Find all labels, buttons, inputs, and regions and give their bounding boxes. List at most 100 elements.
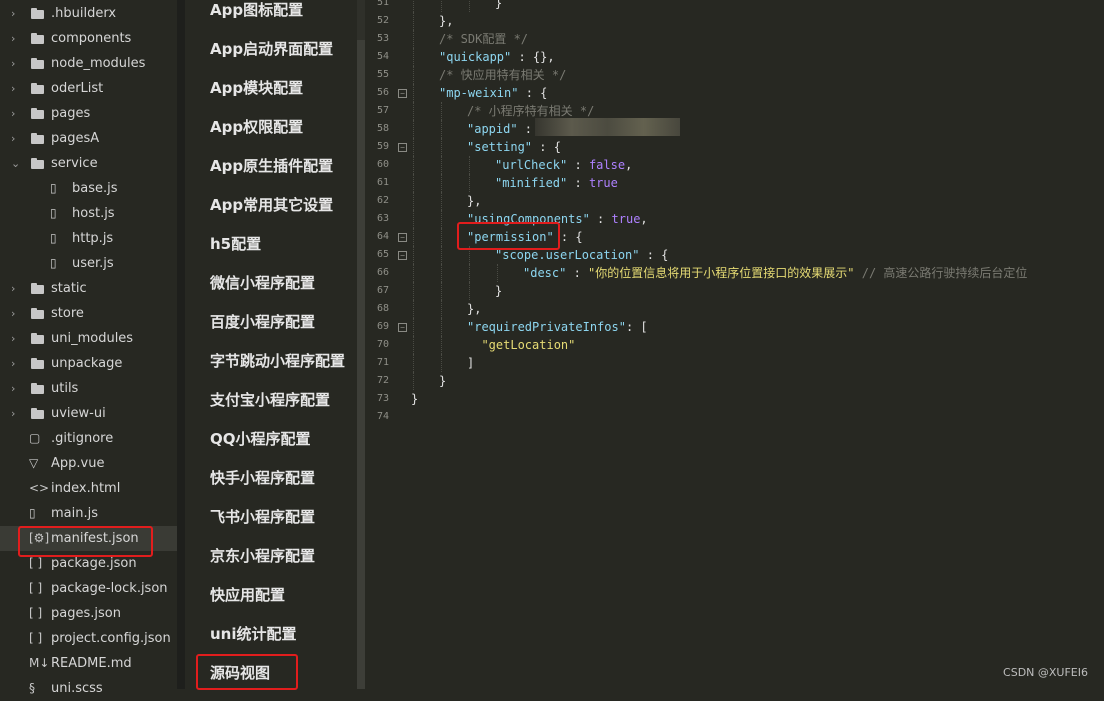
tree-folder-pages[interactable]: › pages (0, 101, 177, 126)
indent-guide (413, 228, 414, 246)
config-nav-scrollbar[interactable] (357, 0, 365, 689)
code-line[interactable]: /* 小程序特有相关 */ (467, 102, 594, 120)
tree-folder-pagesa[interactable]: › pagesA (0, 126, 177, 151)
fold-toggle-icon[interactable]: − (398, 251, 407, 260)
config-item[interactable]: uni统计配置 (210, 615, 297, 654)
config-item[interactable]: App原生插件配置 (210, 147, 333, 186)
scrollbar-thumb[interactable] (357, 40, 365, 689)
code-line[interactable]: "quickapp" : {}, (439, 48, 555, 66)
code-line[interactable]: }, (439, 12, 453, 30)
tree-folder-unpackage[interactable]: › unpackage (0, 351, 177, 376)
tree-folder-service[interactable]: ⌄ service (0, 151, 177, 176)
chevron-right-icon[interactable]: › (11, 401, 23, 426)
tree-folder-components[interactable]: › components (0, 26, 177, 51)
tree-file-base-js[interactable]: ▯ base.js (0, 176, 177, 201)
config-item[interactable]: App常用其它设置 (210, 186, 333, 225)
code-line[interactable]: } (439, 372, 446, 390)
folder-icon (31, 58, 44, 69)
chevron-right-icon[interactable]: › (11, 326, 23, 351)
tree-file-package-lock-json[interactable]: [ ] package-lock.json (0, 576, 177, 601)
tree-folder-utils[interactable]: › utils (0, 376, 177, 401)
watermark: CSDN @XUFEI6 (1003, 666, 1088, 679)
tree-file-main-js[interactable]: ▯ main.js (0, 501, 177, 526)
pane-divider[interactable] (177, 0, 185, 689)
indent-guide (497, 264, 498, 282)
tree-file-project-config-json[interactable]: [ ] project.config.json (0, 626, 177, 651)
chevron-right-icon[interactable]: › (11, 301, 23, 326)
tree-file-http-js[interactable]: ▯ http.js (0, 226, 177, 251)
code-line[interactable]: }, (467, 300, 481, 318)
code-line[interactable]: } (495, 282, 502, 300)
code-line[interactable]: ] (467, 354, 474, 372)
tree-file-app-vue[interactable]: ▽ App.vue (0, 451, 177, 476)
config-item[interactable]: 百度小程序配置 (210, 303, 315, 342)
code-line[interactable]: "getLocation" (467, 336, 575, 354)
tree-item-label: pages.json (51, 606, 121, 621)
code-token: : (566, 266, 589, 280)
chevron-right-icon[interactable]: › (11, 1, 23, 26)
tree-item-label: main.js (51, 506, 98, 521)
tree-folder-uview-ui[interactable]: › uview-ui (0, 401, 177, 426)
code-line[interactable]: }, (467, 192, 481, 210)
code-editor[interactable]: 51} 52}, 53 /* SDK配置 */ 54 "quickapp" : {}, 55… (365, 0, 1104, 689)
tree-file-index-html[interactable]: <> index.html (0, 476, 177, 501)
indent-guide (413, 66, 414, 84)
tree-folder-store[interactable]: › store (0, 301, 177, 326)
chevron-right-icon[interactable]: › (11, 51, 23, 76)
chevron-right-icon[interactable]: › (11, 26, 23, 51)
tree-folder-oderlist[interactable]: › oderList (0, 76, 177, 101)
chevron-right-icon[interactable]: › (11, 76, 23, 101)
config-item[interactable]: 飞书小程序配置 (210, 498, 315, 537)
chevron-right-icon[interactable]: › (11, 126, 23, 151)
config-item[interactable]: 快应用配置 (210, 576, 285, 615)
tree-folder-node-modules[interactable]: › node_modules (0, 51, 177, 76)
fold-toggle-icon[interactable]: − (398, 89, 407, 98)
tree-item-label: .hbuilderx (51, 6, 117, 21)
code-token: : (517, 122, 533, 136)
indent-guide (413, 30, 414, 48)
config-item[interactable]: QQ小程序配置 (210, 420, 311, 459)
chevron-down-icon[interactable]: ⌄ (11, 151, 23, 176)
code-line[interactable]: "minified" : true (495, 174, 618, 192)
code-token: }, (467, 302, 482, 316)
tree-file-user-js[interactable]: ▯ user.js (0, 251, 177, 276)
tree-folder-hbuilderx[interactable]: › .hbuilderx (0, 1, 177, 26)
chevron-right-icon[interactable]: › (11, 276, 23, 301)
config-item[interactable]: App启动界面配置 (210, 30, 333, 69)
config-item[interactable]: App模块配置 (210, 69, 303, 108)
config-item[interactable]: 字节跳动小程序配置 (210, 342, 345, 381)
code-line[interactable]: "appid" : (467, 120, 532, 138)
tree-file-readme-md[interactable]: M↓ README.md (0, 651, 177, 676)
config-item[interactable]: 支付宝小程序配置 (210, 381, 330, 420)
line-number: 54 (376, 51, 389, 62)
tree-item-label: base.js (72, 181, 118, 196)
code-line[interactable]: "urlCheck" : false, (495, 156, 632, 174)
chevron-right-icon[interactable]: › (11, 376, 23, 401)
code-line[interactable]: "requiredPrivateInfos": [ (467, 318, 648, 336)
config-item[interactable]: App图标配置 (210, 0, 303, 30)
tree-folder-uni-modules[interactable]: › uni_modules (0, 326, 177, 351)
code-line[interactable]: "setting" : { (467, 138, 561, 156)
code-line[interactable]: "desc" : "你的位置信息将用于小程序位置接口的效果展示" // 高速公路… (523, 264, 1027, 282)
code-line[interactable]: /* SDK配置 */ (439, 30, 528, 48)
fold-toggle-icon[interactable]: − (398, 233, 407, 242)
code-line[interactable]: /* 快应用特有相关 */ (439, 66, 566, 84)
code-line[interactable]: "mp-weixin" : { (439, 84, 547, 102)
config-item[interactable]: 微信小程序配置 (210, 264, 315, 303)
code-line[interactable]: } (411, 390, 418, 408)
chevron-right-icon[interactable]: › (11, 351, 23, 376)
indent-guide (441, 0, 442, 12)
tree-file-gitignore[interactable]: ▢ .gitignore (0, 426, 177, 451)
tree-file-pages-json[interactable]: [ ] pages.json (0, 601, 177, 626)
config-item[interactable]: App权限配置 (210, 108, 303, 147)
line-number: 68 (376, 303, 389, 314)
chevron-right-icon[interactable]: › (11, 101, 23, 126)
code-line[interactable]: } (495, 0, 502, 12)
tree-folder-static[interactable]: › static (0, 276, 177, 301)
fold-toggle-icon[interactable]: − (398, 143, 407, 152)
config-item[interactable]: 京东小程序配置 (210, 537, 315, 576)
config-item[interactable]: h5配置 (210, 225, 261, 264)
fold-toggle-icon[interactable]: − (398, 323, 407, 332)
tree-file-host-js[interactable]: ▯ host.js (0, 201, 177, 226)
config-item[interactable]: 快手小程序配置 (210, 459, 315, 498)
